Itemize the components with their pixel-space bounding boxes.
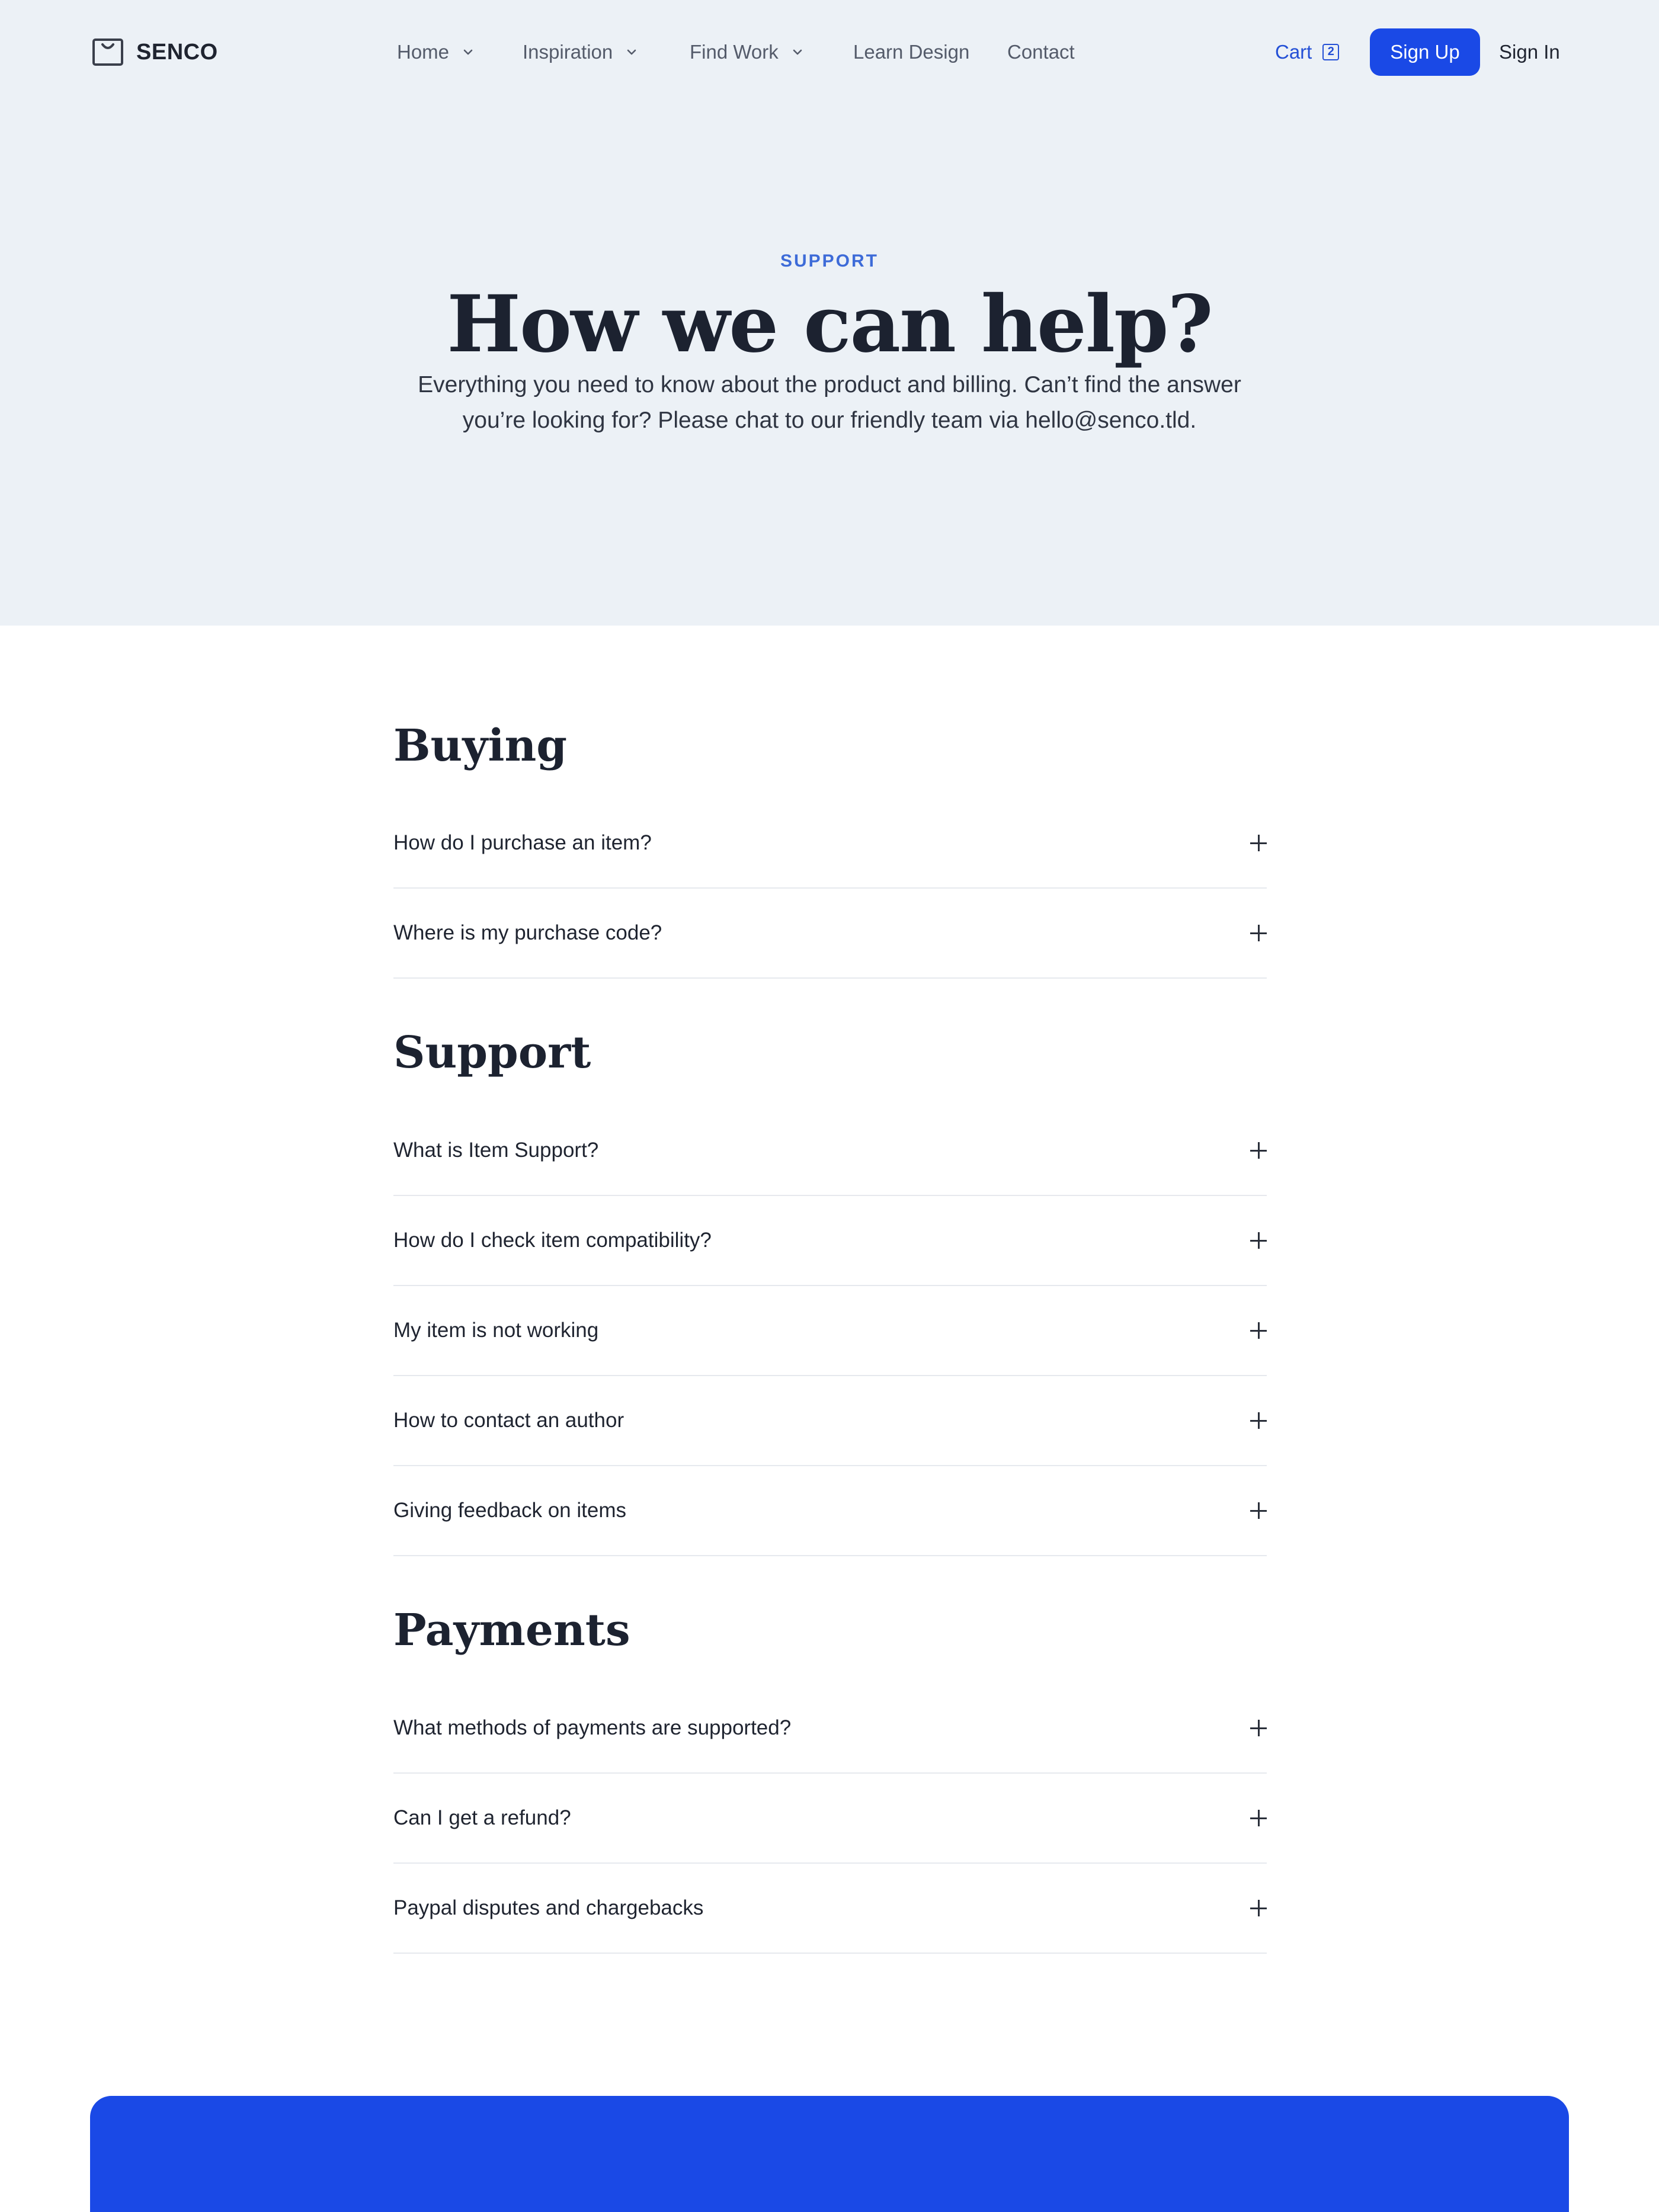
sign-in-link[interactable]: Sign In (1499, 39, 1560, 65)
plus-icon (1250, 1810, 1267, 1826)
plus-icon (1250, 835, 1267, 851)
sign-up-button[interactable]: Sign Up (1370, 28, 1480, 76)
brand-logo[interactable]: SENCO (92, 37, 218, 68)
faq-question: How do I check item compatibility? (393, 1229, 712, 1252)
faq-item[interactable]: How to contact an author (393, 1376, 1267, 1466)
top-navigation: SENCO Home Inspiration Find Work Learn D… (0, 0, 1659, 104)
faq-item[interactable]: How do I purchase an item? (393, 799, 1267, 889)
faq-item[interactable]: What is Item Support? (393, 1106, 1267, 1196)
nav-item-learn-design[interactable]: Learn Design (853, 39, 969, 65)
faq-question: Can I get a refund? (393, 1806, 571, 1829)
plus-icon (1250, 925, 1267, 941)
nav-item-inspiration[interactable]: Inspiration (523, 39, 639, 65)
faq-question: Giving feedback on items (393, 1499, 626, 1522)
nav-item-home[interactable]: Home (397, 39, 475, 65)
faq-item[interactable]: My item is not working (393, 1286, 1267, 1376)
faq-item[interactable]: Can I get a refund? (393, 1774, 1267, 1864)
nav-item-label: Inspiration (523, 41, 613, 63)
plus-icon (1250, 1720, 1267, 1736)
faq-question: Paypal disputes and chargebacks (393, 1896, 704, 1919)
nav-item-label: Learn Design (853, 41, 970, 63)
faq-item[interactable]: How do I check item compatibility? (393, 1196, 1267, 1286)
faq-item[interactable]: Where is my purchase code? (393, 889, 1267, 979)
faq-item[interactable]: What methods of payments are supported? (393, 1684, 1267, 1774)
cta-banner (90, 2096, 1569, 2212)
faq-question: What is Item Support? (393, 1139, 599, 1162)
faq-section-title: Support (393, 1027, 591, 1078)
plus-icon (1250, 1322, 1267, 1339)
nav-item-label: Contact (1007, 41, 1075, 63)
shopping-bag-icon (92, 39, 123, 66)
faq-item[interactable]: Paypal disputes and chargebacks (393, 1864, 1267, 1954)
faq-section-title: Payments (393, 1605, 630, 1656)
chevron-down-icon (627, 49, 636, 55)
cart-link[interactable]: Cart 2 (1275, 39, 1340, 65)
nav-item-label: Find Work (690, 41, 779, 63)
nav-item-find-work[interactable]: Find Work (690, 39, 805, 65)
nav-item-label: Home (397, 41, 450, 63)
hero-subtitle: Everything you need to know about the pr… (418, 372, 1241, 433)
page-title: How we can help? (447, 278, 1213, 370)
plus-icon (1250, 1142, 1267, 1159)
chevron-down-icon (793, 49, 802, 55)
brand-name: SENCO (136, 39, 218, 65)
hero-eyebrow: SUPPORT (780, 251, 879, 271)
faq-question: My item is not working (393, 1319, 599, 1342)
faq-section-title: Buying (393, 720, 568, 771)
plus-icon (1250, 1900, 1267, 1916)
faq-question: What methods of payments are supported? (393, 1716, 792, 1739)
cart-label: Cart (1275, 41, 1312, 63)
chevron-down-icon (463, 49, 473, 55)
plus-icon (1250, 1502, 1267, 1519)
faq-question: Where is my purchase code? (393, 921, 662, 944)
cart-count-badge: 2 (1322, 44, 1340, 60)
nav-item-contact[interactable]: Contact (1007, 39, 1075, 65)
faq-question: How to contact an author (393, 1409, 624, 1432)
faq-question: How do I purchase an item? (393, 831, 652, 854)
faq-item[interactable]: Giving feedback on items (393, 1466, 1267, 1556)
plus-icon (1250, 1232, 1267, 1249)
plus-icon (1250, 1412, 1267, 1429)
